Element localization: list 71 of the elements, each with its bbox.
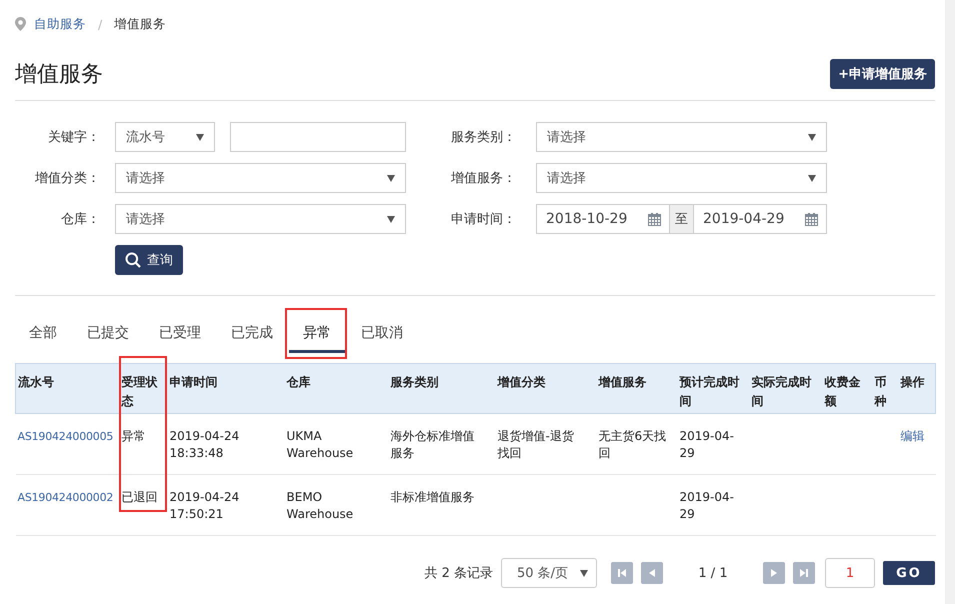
page-number-field[interactable]: 1	[825, 558, 875, 588]
next-page-icon	[769, 568, 779, 578]
previous-page-button[interactable]	[641, 562, 663, 584]
column-header: 操作	[898, 364, 936, 414]
table-cell-text: 2019-04-29	[680, 489, 735, 523]
caret-icon	[808, 174, 816, 182]
service-type-select[interactable]: 请选择	[536, 122, 827, 152]
status-tab[interactable]: 全部	[15, 320, 71, 353]
table-cell-text: 非标准增值服务	[390, 489, 476, 506]
go-button[interactable]: GO	[883, 561, 935, 585]
column-header: 币种	[872, 364, 898, 414]
first-page-icon	[617, 568, 627, 578]
caret-icon	[387, 174, 395, 182]
breadcrumb-item: 增值服务	[114, 16, 166, 32]
caret-icon	[808, 134, 816, 140]
column-header: 流水号	[16, 364, 120, 414]
table-cell-text: 异常	[122, 428, 146, 445]
field-label: 增值服务：	[451, 170, 517, 187]
column-header: 增值服务	[596, 364, 678, 414]
table-cell-text: 退货增值-退货找回	[498, 428, 575, 462]
next-page-button[interactable]	[763, 562, 785, 584]
apply-service-button[interactable]: +申请增值服务	[830, 59, 935, 89]
column-header: 服务类别	[388, 364, 496, 414]
column-header: 仓库	[284, 364, 388, 414]
table-cell-text: 海外仓标准增值服务	[390, 428, 476, 462]
keyword-type-select[interactable]: 流水号	[115, 122, 215, 152]
serial-link[interactable]: AS190424000005	[18, 430, 114, 443]
last-page-button[interactable]	[793, 562, 815, 584]
last-page-icon	[799, 568, 809, 578]
status-tab[interactable]: 已提交	[73, 320, 143, 353]
search-icon	[125, 252, 141, 268]
caret-icon	[580, 570, 588, 576]
table-cell-text: BEMO Warehouse	[286, 489, 354, 523]
serial-link[interactable]: AS190424000002	[18, 491, 114, 504]
location-pin-icon	[15, 17, 26, 31]
table-cell-text: 已退回	[122, 489, 158, 506]
edit-link[interactable]: 编辑	[900, 429, 924, 443]
status-tab[interactable]: 已完成	[217, 320, 287, 353]
first-page-button[interactable]	[611, 562, 633, 584]
column-header: 预计完成时间	[678, 364, 750, 414]
breadcrumb-item[interactable]: 自助服务	[34, 16, 86, 32]
column-header: 实际完成时间	[750, 364, 822, 414]
keyword-field[interactable]	[230, 122, 406, 152]
status-tab[interactable]: 已受理	[145, 320, 215, 353]
column-header: 申请时间	[168, 364, 284, 414]
page-title: 增值服务	[15, 61, 103, 89]
status-tab[interactable]: 已取消	[347, 320, 417, 353]
field-label: 仓库：	[60, 211, 101, 228]
field-label: 增值分类：	[34, 170, 101, 187]
caret-icon	[196, 134, 204, 140]
status-tab[interactable]: 异常	[289, 320, 345, 353]
column-header: 收费金额	[822, 364, 872, 414]
caret-icon	[387, 216, 395, 222]
table-cell-text: 无主货6天找回	[598, 428, 668, 462]
field-label: 关键字：	[47, 129, 101, 146]
warehouse-select[interactable]: 请选择	[115, 204, 406, 234]
previous-page-icon	[647, 568, 657, 578]
table-cell-text: UKMA Warehouse	[286, 428, 354, 462]
column-header: 增值分类	[496, 364, 596, 414]
table-cell-text: 2019-04-29	[680, 428, 735, 462]
category-select[interactable]: 请选择	[115, 163, 406, 193]
field-label: 申请时间：	[451, 211, 517, 228]
search-button[interactable]: 查询	[115, 245, 183, 275]
breadcrumb-separator: /	[98, 16, 102, 32]
record-count: 共 2 条记录	[424, 565, 493, 582]
page-size-select[interactable]: 50 条/页	[501, 558, 597, 588]
table-cell-text: 2019-04-24 17:50:21	[170, 489, 240, 523]
field-label: 服务类别：	[451, 129, 517, 146]
table-cell-text: 2019-04-24 18:33:48	[170, 428, 240, 462]
page-indicator: 1 / 1	[697, 566, 729, 580]
service-select[interactable]: 请选择	[536, 163, 827, 193]
